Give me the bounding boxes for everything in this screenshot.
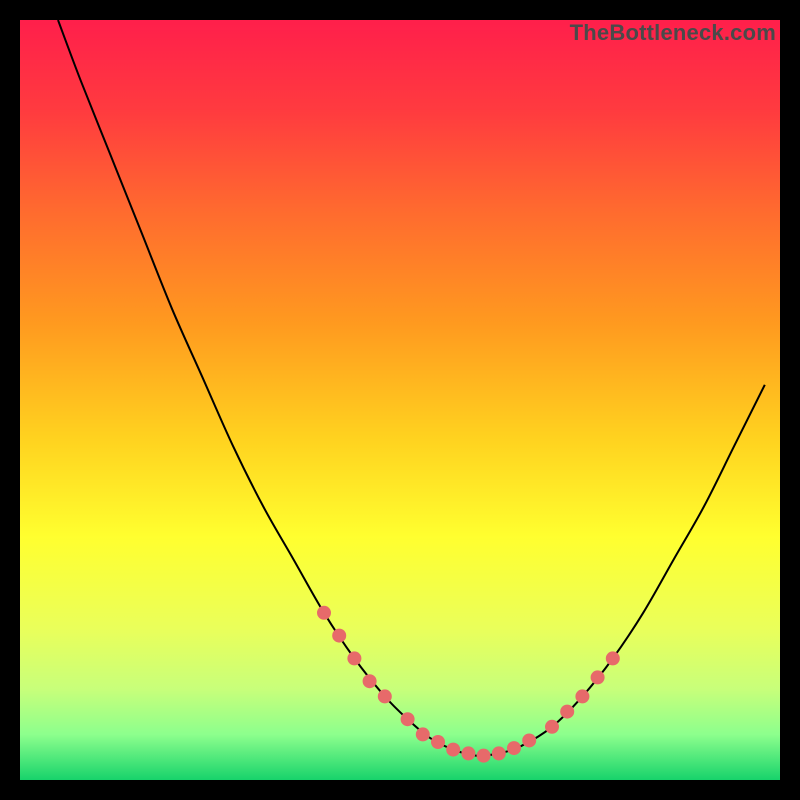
marker-dot <box>378 689 392 703</box>
marker-dot <box>332 629 346 643</box>
marker-dot <box>401 712 415 726</box>
marker-dot <box>575 689 589 703</box>
chart-frame: TheBottleneck.com <box>20 20 780 780</box>
marker-dot <box>347 651 361 665</box>
marker-dot <box>431 735 445 749</box>
marker-dot <box>492 746 506 760</box>
marker-dot <box>507 741 521 755</box>
chart-svg <box>20 20 780 780</box>
marker-dot <box>591 670 605 684</box>
marker-dot <box>363 674 377 688</box>
marker-dot <box>446 743 460 757</box>
marker-dot <box>545 720 559 734</box>
marker-dot <box>522 733 536 747</box>
marker-dot <box>606 651 620 665</box>
marker-dot <box>477 749 491 763</box>
marker-dot <box>560 705 574 719</box>
gradient-background <box>20 20 780 780</box>
marker-dot <box>416 727 430 741</box>
watermark-text: TheBottleneck.com <box>570 20 776 46</box>
marker-dot <box>461 746 475 760</box>
marker-dot <box>317 606 331 620</box>
